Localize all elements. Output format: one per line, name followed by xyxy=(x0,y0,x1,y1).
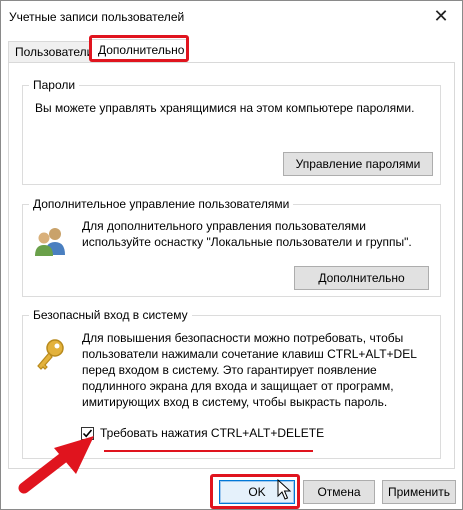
title-bar: Учетные записи пользователей ✕ xyxy=(1,1,462,31)
advanced-button[interactable]: Дополнительно xyxy=(294,266,429,290)
passwords-description: Вы можете управлять хранящимися на этом … xyxy=(35,101,415,115)
passwords-legend: Пароли xyxy=(29,78,80,92)
tab-panel: Пароли Вы можете управлять хранящимися н… xyxy=(8,62,455,469)
secure-logon-line3: перед входом в систему. Это гарантирует … xyxy=(82,363,377,377)
tab-users[interactable]: Пользователи xyxy=(8,41,94,62)
tab-users-label: Пользователи xyxy=(15,45,94,59)
advanced-legend: Дополнительное управление пользователями xyxy=(29,197,294,211)
passwords-group: Пароли Вы можете управлять хранящимися н… xyxy=(22,78,441,185)
annotation-highlight-tab xyxy=(89,35,189,62)
secure-logon-line4: подлинного экрана для входа и защищает о… xyxy=(82,379,394,393)
apply-button[interactable]: Применить xyxy=(382,480,456,504)
close-icon[interactable]: ✕ xyxy=(428,4,454,28)
annotation-underline-checkbox xyxy=(104,450,313,452)
secure-logon-legend: Безопасный вход в систему xyxy=(29,308,192,322)
advanced-management-group: Дополнительное управление пользователями… xyxy=(22,197,441,297)
annotation-arrow-icon xyxy=(18,436,94,494)
secure-logon-line5: имитирующих вход в систему, чтобы выкрас… xyxy=(82,395,388,409)
secure-logon-line2: пользователи нажимали сочетание клавиш C… xyxy=(82,347,417,361)
window-title: Учетные записи пользователей xyxy=(9,10,185,24)
cancel-button[interactable]: Отмена xyxy=(303,480,375,504)
advanced-description-line2: используйте оснастку "Локальные пользова… xyxy=(82,235,412,249)
secure-logon-line1: Для повышения безопасности можно потребо… xyxy=(82,331,404,345)
advanced-description-line1: Для дополнительного управления пользоват… xyxy=(82,219,366,233)
users-icon xyxy=(33,225,67,260)
require-ctrl-alt-del-label[interactable]: Требовать нажатия CTRL+ALT+DELETE xyxy=(100,425,324,441)
manage-passwords-button[interactable]: Управление паролями xyxy=(283,152,433,176)
annotation-highlight-ok xyxy=(210,474,300,509)
key-icon xyxy=(35,338,65,375)
